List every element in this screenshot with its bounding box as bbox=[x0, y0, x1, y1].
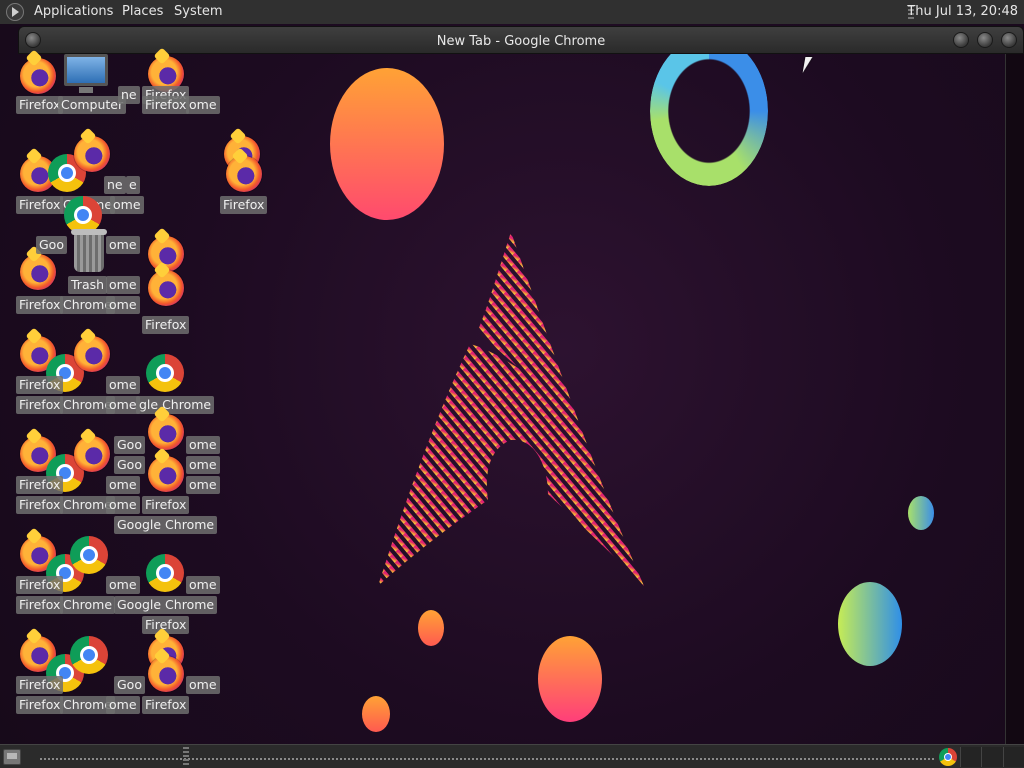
desktop-icon-label[interactable]: Firefox bbox=[16, 396, 64, 414]
desktop-icon-label[interactable]: Computer bbox=[58, 96, 127, 114]
desktop-icon-label[interactable]: gle Chrome bbox=[136, 396, 215, 414]
desktop-icon-label[interactable]: Firefox bbox=[142, 496, 190, 514]
desktop-icon-label[interactable]: ome bbox=[106, 496, 140, 514]
desktop-icon-label[interactable]: Firefox bbox=[16, 96, 64, 114]
desktop-icon-label[interactable]: e bbox=[126, 176, 140, 194]
desktop-icon-label[interactable]: Chrome bbox=[60, 596, 116, 614]
firefox-icon[interactable] bbox=[148, 456, 184, 492]
desktop-icon-label[interactable]: Firefox bbox=[16, 576, 64, 594]
places-menu[interactable]: Places bbox=[122, 4, 163, 19]
desktop-icon-label[interactable]: ome bbox=[186, 576, 220, 594]
firefox-icon[interactable] bbox=[148, 270, 184, 306]
desktop-icon-label[interactable]: ome bbox=[186, 96, 220, 114]
window-right-border bbox=[1005, 54, 1024, 744]
desktop-icon-label[interactable]: ome bbox=[110, 196, 144, 214]
firefox-icon[interactable] bbox=[74, 336, 110, 372]
taskbar-grip-icon[interactable] bbox=[183, 747, 189, 765]
desktop-icon-label[interactable]: Goo bbox=[36, 236, 67, 254]
minimize-button[interactable] bbox=[953, 32, 969, 48]
menu-logo-icon[interactable] bbox=[6, 3, 24, 21]
desktop-icon-label[interactable]: ne bbox=[118, 86, 140, 104]
chrome-icon[interactable] bbox=[146, 354, 184, 392]
chrome-icon[interactable] bbox=[70, 636, 108, 674]
desktop-icon-label[interactable]: Firefox bbox=[142, 316, 190, 334]
firefox-icon[interactable] bbox=[226, 156, 262, 192]
desktop-icon-label[interactable]: ome bbox=[186, 676, 220, 694]
workspace-1[interactable] bbox=[960, 747, 982, 767]
desktop-icon-label[interactable]: Firefox bbox=[16, 496, 64, 514]
computer-icon[interactable] bbox=[64, 54, 108, 93]
desktop-icon-label[interactable]: Google Chrome bbox=[114, 596, 218, 614]
chrome-icon[interactable] bbox=[70, 536, 108, 574]
clock[interactable]: Thu Jul 13, 20:48 bbox=[907, 4, 1018, 19]
desktop-icon-label[interactable]: ome bbox=[106, 576, 140, 594]
desktop-icon-label[interactable]: ome bbox=[106, 236, 140, 254]
close-button[interactable] bbox=[1001, 32, 1017, 48]
top-panel: Applications Places System Thu Jul 13, 2… bbox=[0, 0, 1024, 24]
firefox-icon[interactable] bbox=[148, 414, 184, 450]
desktop-icon-label[interactable]: Goo bbox=[114, 676, 145, 694]
desktop-icon-label[interactable]: Firefox bbox=[16, 376, 64, 394]
firefox-icon[interactable] bbox=[20, 254, 56, 290]
desktop-icon-label[interactable]: ome bbox=[186, 436, 220, 454]
desktop-icon-label[interactable]: ome bbox=[106, 276, 140, 294]
desktop-icon-label[interactable]: ome bbox=[106, 476, 140, 494]
firefox-icon[interactable] bbox=[74, 436, 110, 472]
desktop-icon-label[interactable]: Firefox bbox=[16, 196, 64, 214]
desktop-icon-label[interactable]: Goo bbox=[114, 456, 145, 474]
chrome-icon[interactable] bbox=[146, 554, 184, 592]
desktop-icon-label[interactable]: Goo bbox=[114, 436, 145, 454]
firefox-icon[interactable] bbox=[20, 58, 56, 94]
desktop-icon-label[interactable]: Firefox bbox=[16, 596, 64, 614]
maximize-button[interactable] bbox=[977, 32, 993, 48]
desktop-icon-label[interactable]: ome bbox=[106, 296, 140, 314]
taskbar-chrome-icon[interactable] bbox=[939, 748, 957, 766]
desktop-icon-label[interactable]: Firefox bbox=[220, 196, 268, 214]
workspace-switcher[interactable] bbox=[960, 747, 1024, 767]
desktop-icon-label[interactable]: Firefox bbox=[16, 696, 64, 714]
workspace-2[interactable] bbox=[981, 747, 1003, 767]
firefox-icon[interactable] bbox=[148, 656, 184, 692]
show-desktop-button[interactable] bbox=[3, 749, 21, 765]
desktop-icon-label[interactable]: Firefox bbox=[16, 676, 64, 694]
desktop-icon-label[interactable]: Firefox bbox=[16, 296, 64, 314]
desktop-icon-label[interactable]: ome bbox=[106, 376, 140, 394]
system-menu[interactable]: System bbox=[174, 4, 222, 19]
trash-icon[interactable] bbox=[71, 229, 107, 272]
window-title: New Tab - Google Chrome bbox=[436, 34, 606, 49]
desktop-icon-label[interactable]: Firefox bbox=[142, 96, 190, 114]
desktop-icon-label[interactable]: ne bbox=[104, 176, 126, 194]
desktop-icon-label[interactable]: ome bbox=[186, 476, 220, 494]
workspace-3[interactable] bbox=[1002, 747, 1024, 767]
applications-menu[interactable]: Applications bbox=[34, 4, 113, 19]
desktop-icon-label[interactable]: Google Chrome bbox=[114, 516, 218, 534]
desktop-icon-label[interactable]: ome bbox=[106, 396, 140, 414]
desktop-icon-label[interactable]: ome bbox=[186, 456, 220, 474]
window-titlebar[interactable]: New Tab - Google Chrome bbox=[18, 26, 1024, 54]
desktop-icon-label[interactable]: ome bbox=[106, 696, 140, 714]
desktop-icon-label[interactable]: Firefox bbox=[142, 696, 190, 714]
taskbar-area[interactable] bbox=[40, 758, 934, 760]
desktop-icon-label[interactable]: Firefox bbox=[16, 476, 64, 494]
firefox-icon[interactable] bbox=[74, 136, 110, 172]
bottom-panel bbox=[0, 744, 1024, 768]
desktop-icon-label[interactable]: Trash bbox=[68, 276, 108, 294]
